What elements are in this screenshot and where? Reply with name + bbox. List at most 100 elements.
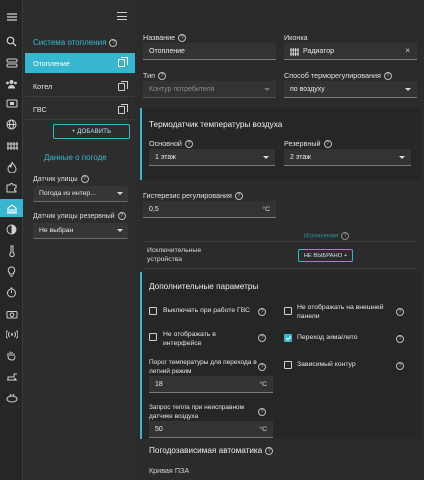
- not-selected-button[interactable]: НЕ ВЫБРАНО +: [298, 249, 353, 262]
- screen-icon[interactable]: [4, 96, 19, 111]
- street-sensor-select[interactable]: Погода из интер...: [33, 186, 128, 202]
- hysteresis-input[interactable]: 0,5 °C: [143, 201, 276, 218]
- help-icon[interactable]: ?: [157, 72, 166, 81]
- help-icon[interactable]: ?: [117, 212, 126, 220]
- puzzle-icon[interactable]: [4, 180, 19, 195]
- exclusive-devices-label: Исключительные устройства: [147, 247, 202, 263]
- circuit-label: Отопление: [33, 58, 70, 68]
- help-icon[interactable]: ?: [178, 34, 187, 43]
- signal-icon[interactable]: [4, 327, 19, 342]
- off-dhw-checkbox[interactable]: [149, 307, 157, 315]
- exceptions-header: Исключения?: [304, 232, 350, 240]
- name-label: Название?: [143, 33, 187, 43]
- chevron-down-icon: [263, 156, 269, 159]
- search-icon[interactable]: [4, 34, 19, 49]
- chevron-down-icon: [399, 156, 405, 159]
- extra-params-title: Дополнительные параметры: [149, 282, 259, 291]
- help-icon[interactable]: ?: [258, 408, 266, 416]
- street-sensor-label: Датчик улицы?: [33, 175, 89, 183]
- chevron-down-icon: [117, 229, 123, 232]
- season-switch-checkbox[interactable]: [284, 334, 292, 342]
- help-icon[interactable]: ?: [323, 140, 332, 149]
- divider: [143, 241, 417, 242]
- chevron-down-icon: [117, 192, 123, 195]
- heating-system-title: Система отопления?: [33, 38, 118, 47]
- circuits-panel: Система отопления? Отопление Котел ГВС +…: [23, 0, 135, 480]
- circuit-item-boiler[interactable]: Котел: [25, 77, 135, 97]
- dependent-label: Зависимый контур: [297, 361, 356, 368]
- lightbulb-icon[interactable]: [4, 264, 19, 279]
- globe-icon[interactable]: [4, 117, 19, 132]
- season-switch-label: Переход зима/лето: [297, 334, 358, 341]
- users-icon[interactable]: [4, 76, 19, 91]
- main-sensor-label: Основной?: [149, 139, 193, 149]
- circuit-item-heating[interactable]: Отопление: [25, 53, 135, 73]
- hide-interface-label: Не отображать в интерфейсе: [163, 331, 216, 347]
- chevron-down-icon: [264, 88, 270, 91]
- help-icon[interactable]: ?: [383, 72, 392, 81]
- weather-auto-title: Погодозависимая автоматика?: [149, 446, 274, 455]
- add-circuit-button[interactable]: + ДОБАВИТЬ: [53, 124, 130, 139]
- help-icon[interactable]: ?: [396, 308, 404, 316]
- water-icon[interactable]: [4, 369, 19, 384]
- summer-threshold-input[interactable]: 18 °C: [149, 376, 273, 393]
- radiator-icon[interactable]: [4, 138, 19, 153]
- air-sensor-title: Термодатчик температуры воздуха: [149, 120, 283, 129]
- icon-rail: [0, 0, 23, 480]
- backup-sensor-select[interactable]: 2 этаж: [284, 149, 411, 166]
- copy-icon[interactable]: [118, 57, 128, 67]
- help-icon[interactable]: ?: [80, 175, 89, 183]
- help-icon[interactable]: ?: [258, 334, 266, 342]
- summer-threshold-label: Порог температуры для перехода в летний …: [149, 359, 257, 375]
- help-icon[interactable]: ?: [184, 140, 193, 149]
- icon-select[interactable]: Радиатор ×: [284, 43, 417, 60]
- fire-icon[interactable]: [4, 159, 19, 174]
- contrast-icon[interactable]: [4, 222, 19, 237]
- copy-icon[interactable]: [118, 104, 128, 114]
- stopwatch-icon[interactable]: [4, 285, 19, 300]
- type-select: Контур потребителя: [143, 81, 276, 98]
- street-sensor-backup-select[interactable]: Не выбран: [33, 223, 128, 239]
- curve-label: Кривая ПЗА: [149, 466, 190, 475]
- street-sensor-backup-label: Датчик улицы резервный?: [33, 212, 126, 220]
- dependent-checkbox[interactable]: [284, 361, 292, 369]
- hide-external-label: Не отображать на внешней панели: [297, 304, 384, 320]
- storage-icon[interactable]: [4, 55, 19, 70]
- name-input[interactable]: Отопление: [143, 43, 276, 60]
- menu-icon[interactable]: [4, 9, 19, 24]
- hand-icon[interactable]: [4, 348, 19, 363]
- help-icon[interactable]: ?: [258, 363, 266, 371]
- help-icon[interactable]: ?: [258, 308, 266, 316]
- weather-data-title: Данные о погоде: [44, 153, 107, 162]
- method-label: Способ терморегулирования?: [284, 71, 392, 81]
- close-icon[interactable]: ×: [405, 46, 410, 55]
- camera-icon[interactable]: [4, 306, 19, 321]
- hide-external-checkbox[interactable]: [284, 307, 292, 315]
- circuit-item-dhw[interactable]: ГВС: [25, 100, 135, 120]
- help-icon[interactable]: ?: [265, 446, 274, 455]
- main-sensor-select[interactable]: 1 этаж: [149, 149, 275, 166]
- help-icon[interactable]: ?: [396, 362, 404, 370]
- plate-icon[interactable]: [4, 390, 19, 405]
- help-icon[interactable]: ?: [396, 335, 404, 343]
- help-icon[interactable]: ?: [341, 232, 350, 240]
- help-icon[interactable]: ?: [109, 38, 118, 47]
- hysteresis-label: Гистерезис регулирования?: [143, 191, 243, 201]
- circuit-label: ГВС: [33, 105, 47, 114]
- heat-request-label: Запрос тепла при неисправном датчике воз…: [149, 404, 245, 420]
- radiator-icon: [290, 48, 299, 58]
- divider: [143, 268, 417, 269]
- off-dhw-label: Выключать при работе ГВС: [163, 307, 250, 314]
- building-icon[interactable]: [0, 199, 23, 217]
- thermometer-icon[interactable]: [4, 243, 19, 258]
- chevron-down-icon: [405, 88, 411, 91]
- icon-label: Иконка: [284, 33, 308, 42]
- type-label: Тип?: [143, 71, 166, 81]
- method-select[interactable]: по воздуху: [284, 81, 417, 98]
- collapse-menu-icon[interactable]: [117, 12, 127, 20]
- help-icon[interactable]: ?: [234, 192, 243, 201]
- heat-request-input[interactable]: 50 °C: [149, 421, 273, 438]
- copy-icon[interactable]: [118, 81, 128, 91]
- circuit-label: Котел: [33, 82, 53, 91]
- hide-interface-checkbox[interactable]: [149, 333, 157, 341]
